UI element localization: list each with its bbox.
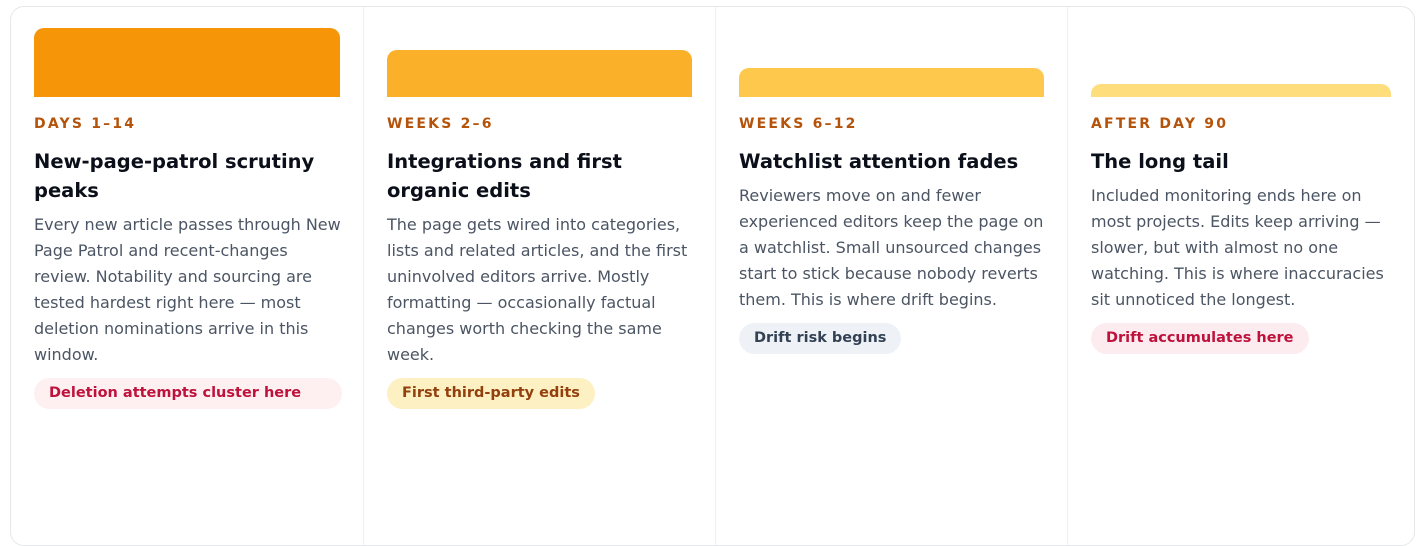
stage-content: DAYS 1–14 New-page-patrol scrutiny peaks… bbox=[34, 115, 345, 409]
stage-description: Reviewers move on and fewer experienced … bbox=[739, 186, 1044, 309]
stage-bar bbox=[1091, 84, 1391, 97]
stage-bar bbox=[387, 50, 692, 97]
stage-column-weeks-6-12: WEEKS 6–12 Watchlist attention fades Rev… bbox=[715, 7, 1067, 545]
stage-description: Included monitoring ends here on most pr… bbox=[1091, 186, 1384, 309]
stage-phase-label: DAYS 1–14 bbox=[34, 116, 137, 132]
stage-title: New-page-patrol scrutiny peaks bbox=[34, 150, 315, 202]
stage-title: The long tail bbox=[1091, 150, 1229, 173]
stage-bar bbox=[739, 68, 1044, 97]
stage-title: Integrations and first organic edits bbox=[387, 150, 622, 202]
stage-phase-label: AFTER DAY 90 bbox=[1091, 116, 1229, 132]
stage-content: WEEKS 2–6 Integrations and first organic… bbox=[387, 115, 697, 409]
stage-phase-label: WEEKS 6–12 bbox=[739, 116, 858, 132]
stage-tag: Drift accumulates here bbox=[1091, 323, 1309, 354]
lifecycle-timeline: DAYS 1–14 New-page-patrol scrutiny peaks… bbox=[10, 6, 1415, 546]
stage-description: The page gets wired into categories, lis… bbox=[387, 215, 688, 364]
stage-content: WEEKS 6–12 Watchlist attention fades Rev… bbox=[739, 115, 1049, 354]
stage-description: Every new article passes through New Pag… bbox=[34, 215, 341, 364]
stage-tag: Drift risk begins bbox=[739, 323, 902, 354]
stage-title: Watchlist attention fades bbox=[739, 150, 1019, 173]
stage-phase-label: WEEKS 2–6 bbox=[387, 116, 494, 132]
stage-tag: First third-party edits bbox=[387, 378, 595, 409]
stage-content: AFTER DAY 90 The long tail Included moni… bbox=[1091, 115, 1396, 354]
stage-column-days-1-14: DAYS 1–14 New-page-patrol scrutiny peaks… bbox=[11, 7, 363, 545]
stage-column-weeks-2-6: WEEKS 2–6 Integrations and first organic… bbox=[363, 7, 715, 545]
stage-tag: Deletion attempts cluster here bbox=[34, 378, 342, 409]
stage-bar bbox=[34, 28, 340, 97]
stage-column-after-day-90: AFTER DAY 90 The long tail Included moni… bbox=[1067, 7, 1414, 545]
